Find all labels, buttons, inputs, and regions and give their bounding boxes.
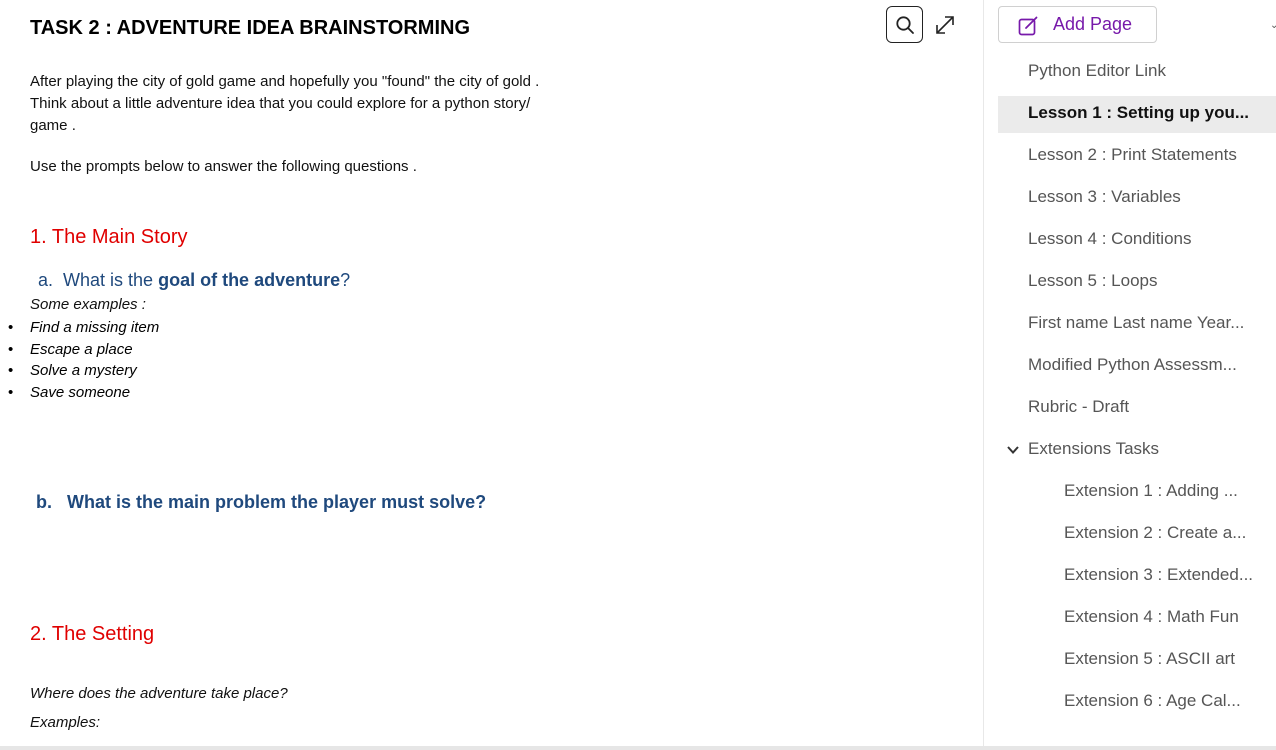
- page-item[interactable]: Extension 1 : Adding ...: [998, 474, 1276, 511]
- question-b-prefix: b.: [36, 492, 52, 512]
- page-item-label: Extension 2 : Create a...: [1064, 523, 1247, 542]
- page-item[interactable]: Lesson 1 : Setting up you...: [998, 96, 1276, 133]
- compose-icon: [1018, 16, 1038, 36]
- prompt-text: Use the prompts below to answer the foll…: [30, 158, 417, 175]
- list-item: Find a missing item: [8, 317, 159, 339]
- page-item[interactable]: Python Editor Link: [998, 54, 1276, 91]
- some-examples-label: Some examples :: [30, 296, 146, 313]
- list-item: Solve a mystery: [8, 360, 159, 382]
- question-a-prefix: a.: [38, 270, 54, 290]
- page-item-label: Extension 3 : Extended...: [1064, 565, 1254, 584]
- page-item-label: Extension 6 : Age Cal...: [1064, 691, 1241, 710]
- question-a-text: What is the: [63, 270, 159, 290]
- page-item-label: First name Last name Year...: [1028, 313, 1245, 332]
- question-b: b. What is the main problem the player m…: [36, 492, 486, 513]
- page-list-sidebar: Add Page ⌄ Python Editor Link Lesson 1 : …: [983, 0, 1276, 750]
- section-heading-setting: 2. The Setting: [30, 623, 155, 645]
- page-item[interactable]: Extension 2 : Create a...: [998, 516, 1276, 553]
- page-item[interactable]: Rubric - Draft: [998, 390, 1276, 427]
- page-item-label: Python Editor Link: [1028, 61, 1166, 80]
- bottom-divider: [0, 746, 1276, 750]
- examples-label: Examples:: [30, 714, 101, 731]
- chevron-down-icon[interactable]: [1006, 443, 1020, 457]
- page-item[interactable]: Extension 4 : Math Fun: [998, 600, 1276, 637]
- page-item-label: Extensions Tasks: [1028, 439, 1160, 458]
- page-item-label: Lesson 3 : Variables: [1028, 187, 1181, 206]
- question-b-text: What is the main problem the player must…: [67, 492, 487, 512]
- page-item[interactable]: Lesson 2 : Print Statements: [998, 138, 1276, 175]
- page-item[interactable]: Modified Python Assessm...: [998, 348, 1276, 385]
- section-heading-main-story: 1. The Main Story: [30, 226, 188, 248]
- intro-paragraph: After playing the city of gold game and …: [30, 73, 540, 134]
- page-item[interactable]: Lesson 5 : Loops: [998, 264, 1276, 301]
- page-item-label: Lesson 4 : Conditions: [1028, 229, 1192, 248]
- list-item: Escape a place: [8, 339, 159, 361]
- expand-button[interactable]: [932, 12, 958, 38]
- add-page-button[interactable]: Add Page: [998, 6, 1157, 43]
- page-item[interactable]: First name Last name Year...: [998, 306, 1276, 343]
- question-a: a. What is the goal of the adventure?: [38, 270, 350, 291]
- page-item-label: Lesson 1 : Setting up you...: [1028, 103, 1250, 122]
- page-item-label: Modified Python Assessm...: [1028, 355, 1237, 374]
- page-item-label: Lesson 2 : Print Statements: [1028, 145, 1237, 164]
- expand-icon: [936, 16, 954, 34]
- examples-list: Find a missing item Escape a place Solve…: [8, 317, 159, 404]
- search-button[interactable]: [886, 6, 923, 43]
- chevron-down-icon[interactable]: ⌄: [1270, 20, 1276, 31]
- setting-question: Where does the adventure take place?: [30, 685, 288, 702]
- page-item[interactable]: Lesson 3 : Variables: [998, 180, 1276, 217]
- question-a-end: ?: [340, 270, 351, 290]
- page-item-label: Extension 5 : ASCII art: [1064, 649, 1236, 668]
- page-item[interactable]: Extension 5 : ASCII art: [998, 642, 1276, 679]
- page-item[interactable]: Extensions Tasks: [998, 432, 1276, 469]
- page-item-label: Lesson 5 : Loops: [1028, 271, 1158, 290]
- page-item[interactable]: Extension 6 : Age Cal...: [998, 684, 1276, 721]
- page-item[interactable]: Extension 3 : Extended...: [998, 558, 1276, 595]
- add-page-label: Add Page: [1053, 14, 1133, 34]
- page-item-label: Extension 4 : Math Fun: [1064, 607, 1239, 626]
- page-item-label: Extension 1 : Adding ...: [1064, 481, 1238, 500]
- search-icon: [896, 16, 914, 34]
- list-item: Save someone: [8, 382, 159, 404]
- page-item-label: Rubric - Draft: [1028, 397, 1130, 416]
- question-a-bold: goal of the adventure: [158, 270, 341, 290]
- page-content[interactable]: TASK 2 : ADVENTURE IDEA BRAINSTORMING Af…: [0, 0, 982, 750]
- page-title: TASK 2 : ADVENTURE IDEA BRAINSTORMING: [30, 17, 471, 39]
- page-item[interactable]: Lesson 4 : Conditions: [998, 222, 1276, 259]
